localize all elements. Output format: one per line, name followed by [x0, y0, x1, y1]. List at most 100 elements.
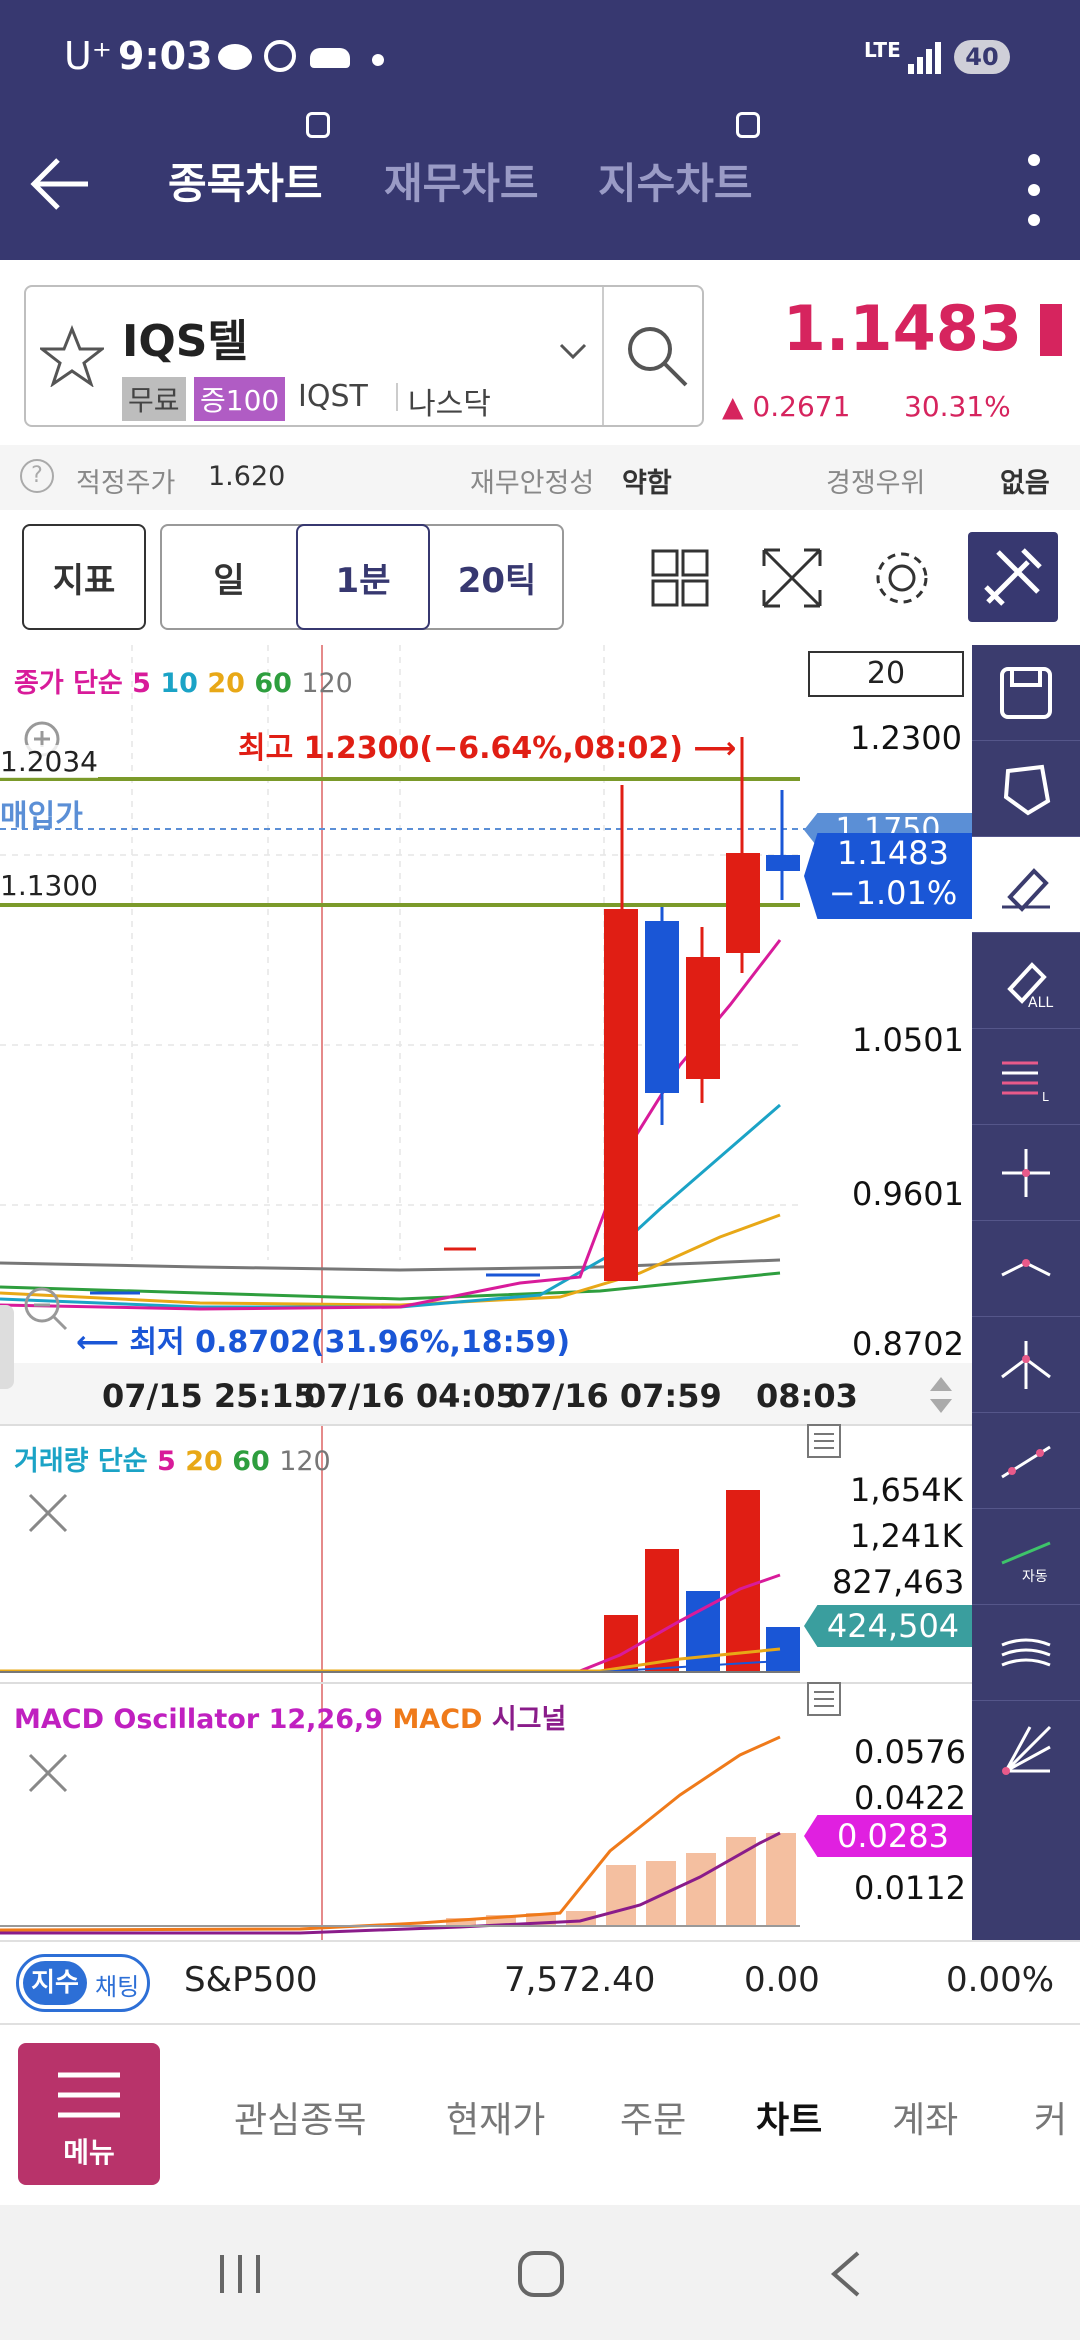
clock: 9:03	[118, 34, 213, 78]
pane-menu-icon[interactable]	[806, 1423, 842, 1459]
margin-badge: 증100	[194, 377, 286, 421]
gear-icon[interactable]	[870, 546, 934, 610]
menu-button[interactable]: 메뉴	[18, 2043, 160, 2185]
signal-icon	[908, 42, 941, 74]
macd-axis-label: 0.0576	[854, 1733, 966, 1771]
gann-tool-button[interactable]	[972, 1701, 1080, 1797]
candle	[726, 853, 760, 953]
axis-label-bottom: 0.8702	[852, 1325, 964, 1363]
nav-current-price[interactable]: 현재가	[446, 2091, 545, 2143]
system-nav-bar	[0, 2205, 1080, 2340]
search-icon[interactable]	[622, 321, 692, 391]
candle	[686, 957, 720, 1079]
ohlc-tool-button[interactable]: L	[972, 1029, 1080, 1125]
home-icon[interactable]	[516, 2249, 566, 2299]
signal-legend: 시그널	[491, 1704, 567, 1735]
lower-line-label: 1.1300	[0, 869, 98, 902]
fan-tool-button[interactable]	[972, 1605, 1080, 1701]
volume-bar	[604, 1615, 638, 1671]
back-arrow-icon[interactable]	[28, 152, 92, 216]
fair-price-label: 적정주가	[76, 468, 176, 499]
hamburger-icon	[58, 2072, 120, 2118]
close-icon[interactable]	[26, 1751, 70, 1795]
nav-watchlist[interactable]: 관심종목	[234, 2091, 366, 2143]
volume-axis-label: 827,463	[832, 1563, 965, 1601]
trendline-tool-button[interactable]	[972, 1413, 1080, 1509]
valuation-row: ? 적정주가 1.620 재무안정성 약함 경쟁우위 없음	[0, 445, 1080, 510]
close-icon[interactable]	[26, 1491, 70, 1535]
fan-icon	[1001, 1638, 1051, 1666]
erase-all-button[interactable]: ALL	[972, 933, 1080, 1029]
macd-tag: 0.0283	[804, 1815, 972, 1857]
help-icon[interactable]: ?	[20, 459, 54, 493]
save-button[interactable]	[972, 645, 1080, 741]
ma-legend-prefix: 종가 단순	[14, 668, 123, 699]
nav-chart[interactable]: 차트	[756, 2091, 822, 2143]
divider	[602, 287, 604, 425]
volume-axis-label: 1,654K	[850, 1471, 963, 1509]
eraser-button[interactable]	[972, 837, 1080, 933]
chart-area[interactable]: 종가 단순 5 10 20 60 120 20 최고 1.2300(−6.64%…	[0, 645, 972, 1940]
axis-label-mid1: 1.0501	[852, 1021, 964, 1059]
nav-order[interactable]: 주문	[620, 2091, 686, 2143]
alarm-icon	[264, 40, 296, 72]
candles	[604, 737, 800, 1281]
index-change: 0.00	[744, 1960, 820, 2000]
candle	[604, 909, 638, 1281]
nav-more[interactable]: 커	[1034, 2091, 1080, 2143]
zoom-out-icon[interactable]	[22, 1285, 70, 1333]
trendline-icon	[1001, 1445, 1051, 1478]
buy-price-label: 매입가	[0, 799, 83, 834]
volume-bar	[645, 1549, 679, 1671]
crosshair-tool-button[interactable]	[972, 1125, 1080, 1221]
ohlc-icon: L	[1002, 1061, 1049, 1104]
erase-all-icon: ALL	[1007, 961, 1053, 1009]
tab-financial-chart[interactable]: 재무차트	[384, 150, 539, 211]
axis-scroll-icon[interactable]	[926, 1373, 956, 1417]
time-label: 07/16 04:05	[304, 1377, 518, 1415]
peak-tool-button[interactable]	[972, 1221, 1080, 1317]
price-change-pct: 30.31%	[904, 390, 1011, 423]
ma-legend[interactable]: 종가 단순 5 10 20 60 120	[14, 661, 353, 700]
index-ticker-bar[interactable]: 지수 채팅 S&P500 7,572.40 0.00 0.00%	[0, 1940, 1080, 2025]
macd-bar	[726, 1837, 756, 1926]
indicator-button[interactable]: 지표	[22, 524, 146, 630]
auto-trend-button[interactable]: 자동	[972, 1509, 1080, 1605]
back-icon[interactable]	[826, 2249, 866, 2299]
period-day-button[interactable]: 일	[162, 526, 296, 628]
shape-tool-button[interactable]	[972, 741, 1080, 837]
recent-apps-icon[interactable]	[216, 2251, 264, 2297]
star-icon[interactable]	[40, 325, 104, 387]
drawing-tools-button[interactable]	[968, 532, 1058, 622]
axis-label-mid2: 0.9601	[852, 1175, 964, 1213]
upper-line-label: 1.2034	[0, 745, 98, 778]
tab-stock-chart[interactable]: 종목차트	[168, 150, 323, 211]
vertex-tool-button[interactable]	[972, 1317, 1080, 1413]
market: 나스닥	[408, 387, 491, 422]
gann-icon	[1002, 1725, 1052, 1775]
grid-layout-icon[interactable]	[650, 548, 710, 608]
scroll-handle[interactable]	[0, 1305, 14, 1389]
pane-menu-icon[interactable]	[806, 1681, 842, 1717]
macd-legend[interactable]: MACD Oscillator 12,26,9 MACD 시그널	[14, 1697, 566, 1736]
fullscreen-icon[interactable]	[760, 546, 824, 610]
ma5-legend: 5	[132, 668, 151, 699]
chart-toolbar: 지표 일 1분 20틱	[0, 510, 1080, 645]
stock-name: IQS텔	[122, 316, 248, 367]
volume-ma60-legend: 60	[232, 1446, 270, 1477]
index-chat-toggle[interactable]: 지수 채팅	[16, 1954, 150, 2012]
stock-selector[interactable]: IQS텔 무료 증100 IQST 나스닥	[24, 285, 704, 427]
period-minute-button[interactable]: 1분	[296, 524, 430, 630]
period-tick-button[interactable]: 20틱	[432, 526, 562, 628]
nav-account[interactable]: 계좌	[892, 2091, 958, 2143]
chevron-down-icon[interactable]	[558, 341, 588, 361]
more-vertical-icon[interactable]	[1022, 142, 1046, 238]
axis-label-top: 1.2300	[850, 719, 962, 757]
macd-osc-legend: MACD Oscillator 12,26,9	[14, 1704, 384, 1735]
tab-index-chart[interactable]: 지수차트	[598, 150, 753, 211]
volume-legend[interactable]: 거래량 단순 5 20 60 120	[14, 1439, 331, 1478]
count-box[interactable]: 20	[808, 651, 964, 697]
vertex-icon	[1001, 1340, 1051, 1389]
macd-line-legend: MACD	[392, 1704, 483, 1735]
time-label: 07/15 25:15	[102, 1377, 316, 1415]
